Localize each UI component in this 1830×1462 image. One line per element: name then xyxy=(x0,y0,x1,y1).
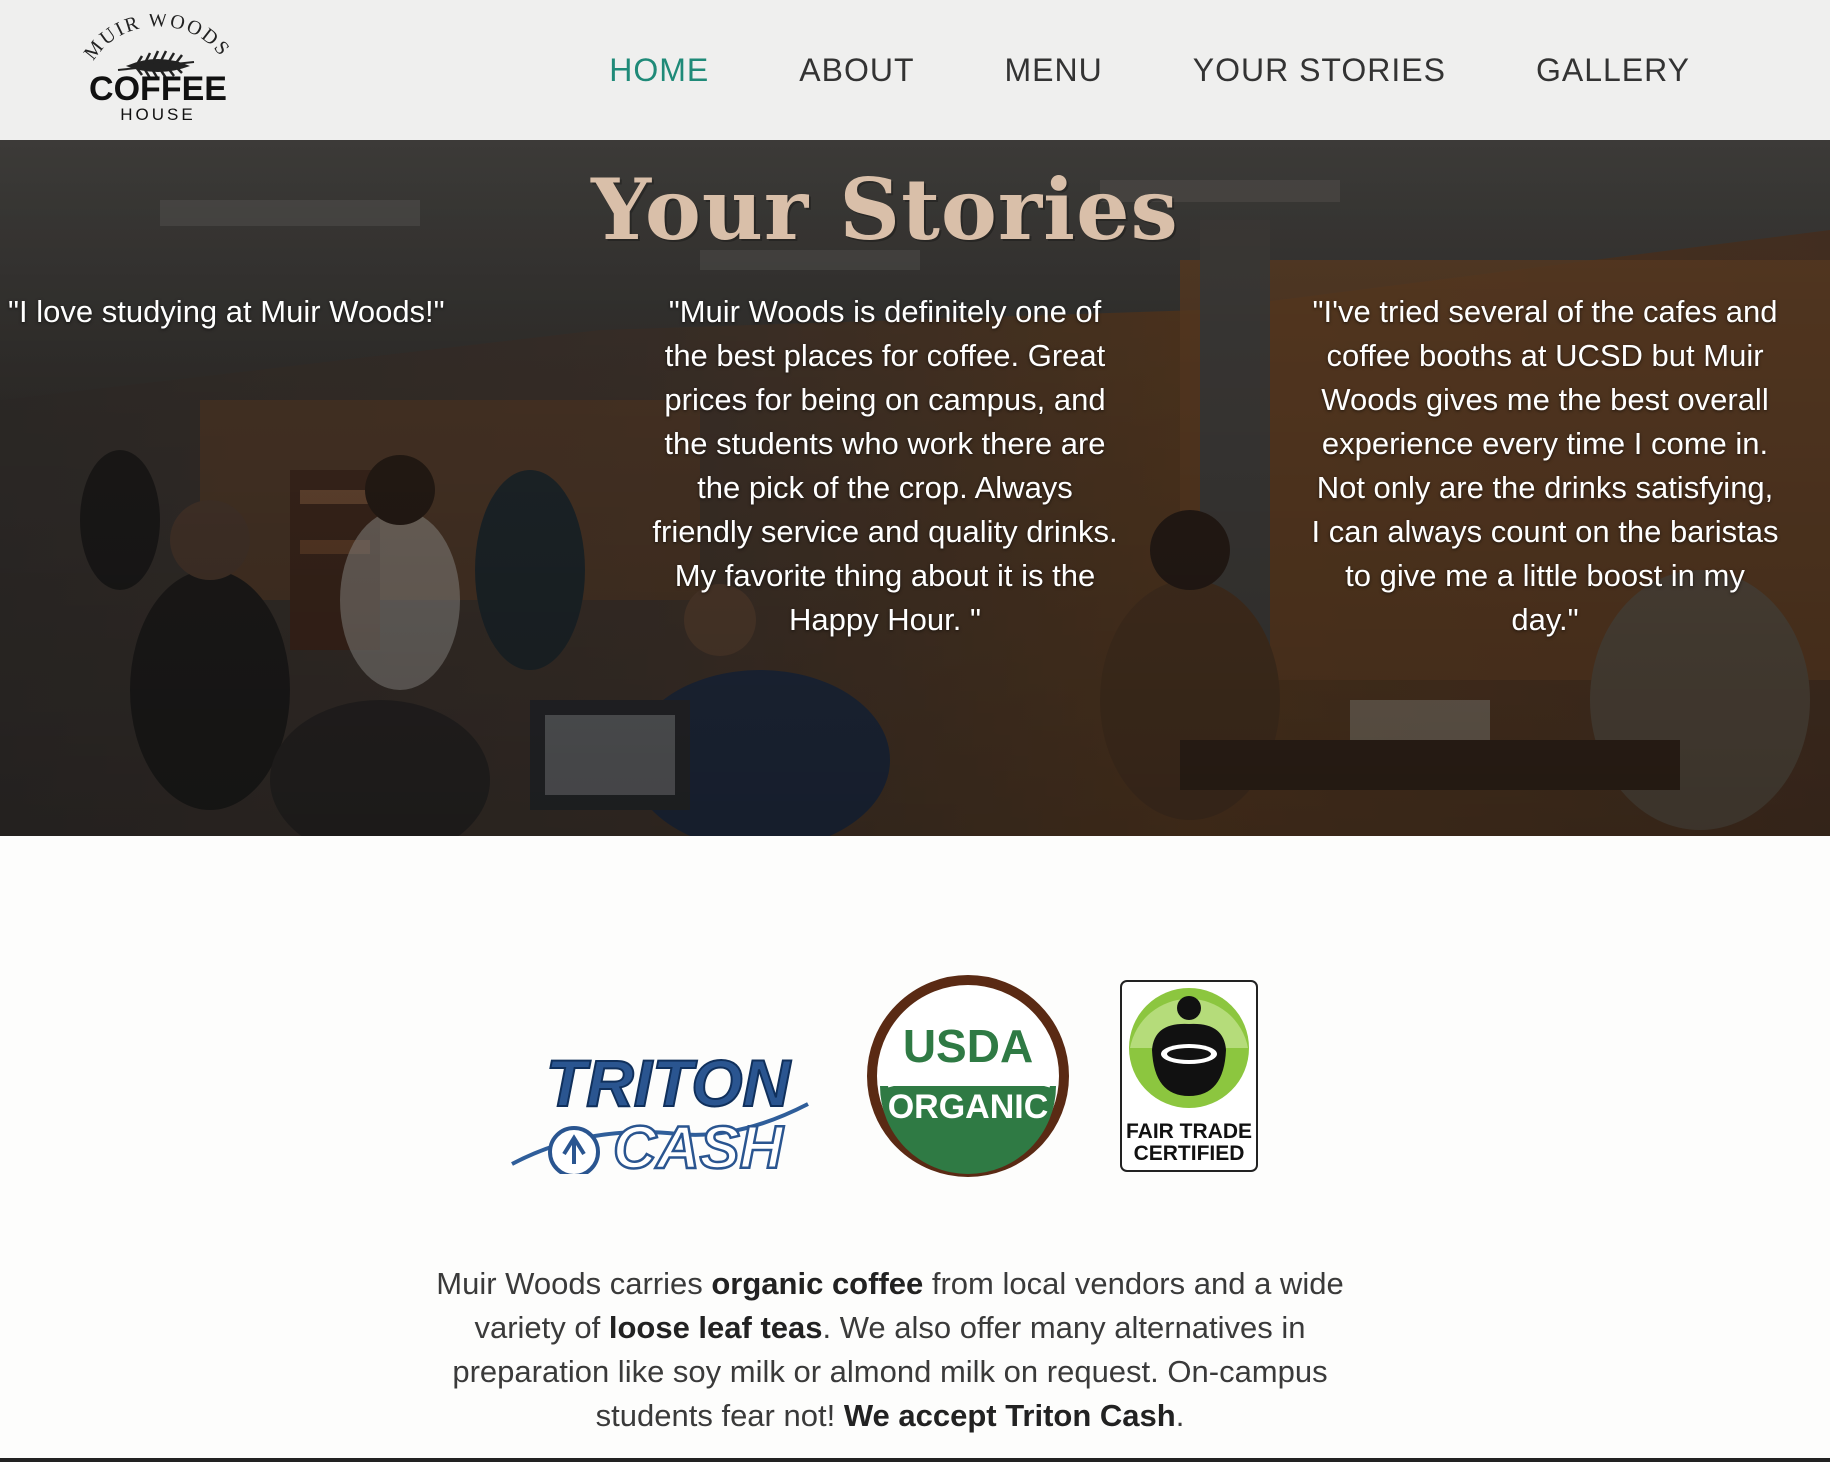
top-nav: MUIR WOODS COFFEE HOUSE HOME ABOUT MENU … xyxy=(0,0,1830,140)
usda-text: USDA xyxy=(903,1020,1033,1072)
usda-organic-seal: USDA ORGANIC xyxy=(866,974,1070,1178)
desc-text-4: . xyxy=(1175,1398,1185,1433)
triton-text: TRITON xyxy=(546,1046,792,1120)
logo-graphic: MUIR WOODS COFFEE HOUSE xyxy=(80,14,235,124)
logo-arc-text: MUIR WOODS xyxy=(80,14,233,64)
logo-main-text: COFFEE xyxy=(89,70,227,108)
cash-text: CASH xyxy=(613,1114,785,1174)
testimonial-quote-2: "Muir Woods is definitely one of the bes… xyxy=(652,294,1118,637)
nav-about[interactable]: ABOUT xyxy=(799,52,914,89)
fair-trade-certified-logo: FAIR TRADE CERTIFIED xyxy=(1120,980,1258,1172)
nav-your-stories[interactable]: YOUR STORIES xyxy=(1193,52,1446,89)
desc-bold-organic-coffee: organic coffee xyxy=(711,1266,924,1301)
desc-bold-triton-cash: We accept Triton Cash xyxy=(843,1398,1176,1433)
nav-home[interactable]: HOME xyxy=(609,52,709,89)
nav-links: HOME ABOUT MENU YOUR STORIES GALLERY xyxy=(519,0,1690,140)
logo-sub-text: HOUSE xyxy=(120,105,195,124)
muir-woods-logo[interactable]: MUIR WOODS COFFEE HOUSE xyxy=(78,14,238,126)
fair-trade-text: FAIR TRADE xyxy=(1126,1120,1252,1143)
organic-text: ORGANIC xyxy=(888,1088,1049,1126)
testimonial-quote-1: "I love studying at Muir Woods!" xyxy=(8,294,445,329)
triton-cash-logo: TRITON CASH xyxy=(508,1034,822,1174)
nav-gallery[interactable]: GALLERY xyxy=(1536,52,1690,89)
nav-menu[interactable]: MENU xyxy=(1005,52,1103,89)
svg-text:MUIR WOODS: MUIR WOODS xyxy=(80,14,235,64)
desc-text-1: Muir Woods carries xyxy=(436,1266,712,1301)
certification-badges: TRITON CASH USDA ORGANIC FAIR TRADE CERT… xyxy=(0,960,1830,1180)
coffee-description: Muir Woods carries organic coffee from l… xyxy=(420,1262,1360,1438)
certified-text: CERTIFIED xyxy=(1134,1142,1245,1165)
testimonial-quote-3: "I've tried several of the cafes and cof… xyxy=(1311,294,1779,637)
bottom-divider xyxy=(0,1458,1830,1462)
desc-bold-loose-leaf-teas: loose leaf teas xyxy=(608,1310,823,1345)
your-stories-heading: Your Stories xyxy=(591,160,1179,259)
stories-hero: Your Stories "I love studying at Muir Wo… xyxy=(0,140,1830,836)
